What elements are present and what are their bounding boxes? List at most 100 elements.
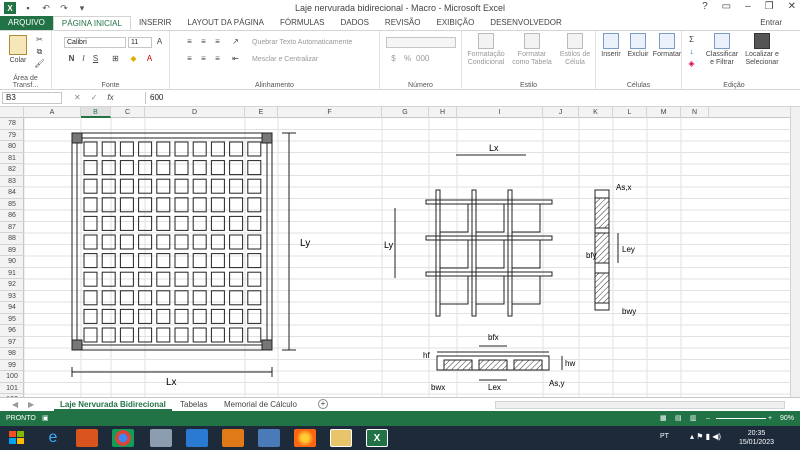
font-size-select[interactable]: 11 — [128, 37, 152, 48]
explorer-icon[interactable] — [330, 429, 352, 447]
row-header-82[interactable]: 82 — [0, 164, 24, 176]
percent-icon[interactable]: % — [402, 54, 413, 64]
tab-developer[interactable]: DESENVOLVEDOR — [482, 16, 569, 30]
vertical-scrollbar[interactable] — [790, 107, 800, 397]
printer-icon[interactable] — [150, 429, 172, 447]
column-header-c[interactable]: C — [111, 107, 145, 118]
clear-icon[interactable]: ◈ — [686, 59, 697, 69]
tab-data[interactable]: DADOS — [332, 16, 376, 30]
zoom-in-icon[interactable]: + — [768, 411, 772, 426]
borders-icon[interactable]: ⊞ — [110, 54, 121, 64]
formula-input[interactable]: 600 — [145, 92, 795, 104]
close-button[interactable]: ✕ — [788, 1, 796, 12]
align-bottom-icon[interactable]: ≡ — [212, 37, 223, 47]
tray-icons[interactable]: ▴ ⚑ ▮ ◀) — [690, 432, 721, 441]
excel-taskbar-icon[interactable]: X — [366, 429, 388, 447]
chrome-icon[interactable] — [112, 429, 134, 447]
column-header-i[interactable]: I — [457, 107, 543, 118]
italic-button[interactable]: I — [78, 54, 89, 64]
cell-grid[interactable]: Ly Lx Lx Ly As,x bfy Ley bwy bfx hf hw b… — [24, 118, 790, 397]
grow-font-icon[interactable]: A — [154, 37, 165, 47]
row-header-92[interactable]: 92 — [0, 279, 24, 291]
orientation-icon[interactable]: ↗ — [230, 37, 241, 47]
font-color-icon[interactable]: A — [144, 54, 155, 64]
currency-icon[interactable]: $ — [388, 54, 399, 64]
insert-function-button[interactable]: fx — [107, 93, 113, 102]
align-left-icon[interactable]: ≡ — [184, 54, 195, 64]
merge-center-button[interactable]: Mesclar e Centralizar — [252, 56, 318, 64]
comma-icon[interactable]: 000 — [416, 54, 429, 64]
row-header-88[interactable]: 88 — [0, 233, 24, 245]
column-header-j[interactable]: J — [543, 107, 579, 118]
row-header-98[interactable]: 98 — [0, 348, 24, 360]
horizontal-scrollbar[interactable] — [495, 401, 785, 409]
row-header-78[interactable]: 78 — [0, 118, 24, 130]
conditional-formatting-button[interactable]: Formatação Condicional — [466, 33, 506, 67]
indent-icon[interactable]: ⇤ — [230, 54, 241, 64]
enter-icon[interactable]: ✓ — [91, 93, 98, 102]
row-header-93[interactable]: 93 — [0, 291, 24, 302]
zoom-out-icon[interactable]: – — [706, 411, 710, 426]
insert-cells-button[interactable]: Inserir — [598, 33, 624, 59]
language-indicator[interactable]: PT — [660, 433, 669, 440]
column-header-f[interactable]: F — [278, 107, 382, 118]
start-button[interactable] — [8, 429, 30, 447]
delete-cells-button[interactable]: Excluir — [624, 33, 652, 59]
minimize-button[interactable]: – — [745, 1, 751, 12]
firefox-icon[interactable] — [294, 429, 316, 447]
bold-button[interactable]: N — [66, 54, 77, 64]
wrap-text-button[interactable]: Quebrar Texto Automaticamente — [252, 39, 352, 47]
name-box[interactable]: B3 — [2, 92, 62, 104]
normal-view-icon[interactable]: ▦ — [660, 411, 667, 426]
format-cells-button[interactable]: Formatar — [652, 33, 682, 59]
tab-file[interactable]: ARQUIVO — [0, 16, 53, 30]
macro-record-icon[interactable]: ▣ — [42, 411, 49, 426]
row-header-96[interactable]: 96 — [0, 325, 24, 337]
column-header-n[interactable]: N — [681, 107, 709, 118]
cell-styles-button[interactable]: Estilos de Célula — [558, 33, 592, 67]
ie-icon[interactable]: e — [42, 429, 64, 447]
number-format-select[interactable] — [386, 37, 456, 48]
next-sheet-icon[interactable]: ▶ — [22, 398, 40, 411]
sort-filter-button[interactable]: Classificar e Filtrar — [704, 33, 740, 67]
format-as-table-button[interactable]: Formatar como Tabela — [510, 33, 554, 67]
add-sheet-button[interactable]: + — [318, 399, 328, 409]
font-name-select[interactable]: Calibri — [64, 37, 126, 48]
row-header-101[interactable]: 101 — [0, 383, 24, 394]
row-header-99[interactable]: 99 — [0, 360, 24, 371]
row-header-95[interactable]: 95 — [0, 314, 24, 325]
restore-button[interactable]: ❐ — [765, 1, 774, 12]
column-header-m[interactable]: M — [647, 107, 681, 118]
row-header-87[interactable]: 87 — [0, 222, 24, 233]
ribbon-display-icon[interactable]: ▭ — [722, 1, 731, 12]
row-header-85[interactable]: 85 — [0, 199, 24, 210]
clock[interactable]: 20:35 15/01/2023 — [739, 429, 774, 447]
sheet-tab-memorial[interactable]: Memorial de Cálculo — [218, 398, 303, 411]
row-header-94[interactable]: 94 — [0, 302, 24, 314]
copy-icon[interactable]: ⧉ — [34, 47, 45, 57]
paint-icon[interactable] — [222, 429, 244, 447]
row-header-79[interactable]: 79 — [0, 130, 24, 141]
row-header-97[interactable]: 97 — [0, 337, 24, 348]
page-layout-view-icon[interactable]: ▤ — [675, 411, 682, 426]
select-all-corner[interactable] — [0, 107, 24, 118]
column-header-g[interactable]: G — [382, 107, 429, 118]
sheet-tab-tabelas[interactable]: Tabelas — [174, 398, 214, 411]
row-header-83[interactable]: 83 — [0, 176, 24, 187]
align-top-icon[interactable]: ≡ — [184, 37, 195, 47]
column-header-l[interactable]: L — [613, 107, 647, 118]
column-header-a[interactable]: A — [24, 107, 81, 118]
column-header-d[interactable]: D — [145, 107, 245, 118]
row-header-81[interactable]: 81 — [0, 153, 24, 164]
cancel-icon[interactable]: ✕ — [74, 93, 81, 102]
tab-review[interactable]: REVISÃO — [377, 16, 429, 30]
column-header-k[interactable]: K — [579, 107, 613, 118]
row-header-80[interactable]: 80 — [0, 141, 24, 153]
zoom-slider[interactable] — [716, 418, 766, 419]
tab-insert[interactable]: INSERIR — [131, 16, 179, 30]
align-middle-icon[interactable]: ≡ — [198, 37, 209, 47]
help-button[interactable]: ? — [702, 1, 708, 12]
media-player-icon[interactable] — [76, 429, 98, 447]
archive-icon[interactable] — [258, 429, 280, 447]
paste-button[interactable]: Colar — [6, 35, 30, 65]
